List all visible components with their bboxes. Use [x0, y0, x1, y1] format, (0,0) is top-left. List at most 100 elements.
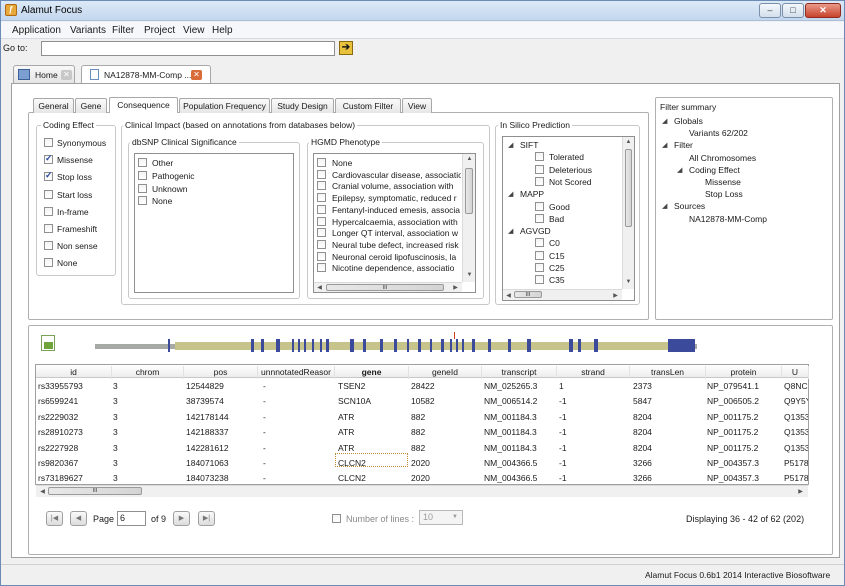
- scroll-up-icon[interactable]: ▲: [465, 156, 474, 162]
- next-page-button[interactable]: ▶: [173, 511, 190, 526]
- scroll-left-icon[interactable]: ◀: [38, 488, 47, 495]
- in-silico-vscrollbar[interactable]: ▲ ▼: [622, 137, 634, 289]
- in-silico-vscroll-thumb[interactable]: [625, 149, 632, 227]
- menu-help[interactable]: Help: [212, 25, 233, 36]
- column-header-protein[interactable]: protein: [706, 366, 782, 379]
- tab-population-frequency[interactable]: Population Frequency: [179, 98, 270, 113]
- coding-effect-checkbox[interactable]: [44, 170, 53, 182]
- scroll-down-icon[interactable]: ▼: [624, 279, 633, 285]
- in-silico-checkbox[interactable]: [535, 238, 544, 248]
- menu-application[interactable]: Application: [12, 25, 61, 36]
- scroll-left-icon[interactable]: ◀: [315, 284, 324, 291]
- dbsnp-checkbox[interactable]: [138, 158, 147, 167]
- hgmd-vscroll-thumb[interactable]: [465, 168, 473, 214]
- in-silico-checkbox[interactable]: [535, 152, 544, 162]
- in-silico-hscrollbar[interactable]: ◀ III ▶: [503, 289, 622, 300]
- tab-study-design[interactable]: Study Design: [271, 98, 334, 113]
- hgmd-hscrollbar[interactable]: ◀ III ▶: [314, 282, 462, 292]
- exon-mark: [298, 339, 300, 352]
- hgmd-checkbox[interactable]: [317, 228, 326, 238]
- dbsnp-checkbox[interactable]: [138, 183, 147, 193]
- column-header-id[interactable]: id: [36, 366, 112, 379]
- column-header-strand[interactable]: strand: [557, 366, 630, 379]
- in-silico-checkbox[interactable]: [535, 201, 544, 211]
- tab-consequence[interactable]: Consequence: [109, 97, 178, 113]
- number-of-lines-select[interactable]: 10 ▼: [419, 510, 463, 525]
- collapse-triangle-icon[interactable]: ◢: [508, 141, 513, 149]
- hgmd-checkbox[interactable]: [317, 193, 326, 203]
- column-header-translen[interactable]: transLen: [630, 366, 706, 379]
- tab-general[interactable]: General: [33, 98, 74, 113]
- page-input[interactable]: 6: [117, 511, 146, 526]
- column-header-u[interactable]: U: [782, 366, 809, 379]
- hgmd-checkbox[interactable]: [317, 239, 326, 249]
- collapse-triangle-icon[interactable]: ◢: [662, 117, 667, 125]
- hgmd-checkbox[interactable]: [317, 181, 326, 191]
- hgmd-vscrollbar[interactable]: ▲ ▼: [462, 154, 475, 282]
- column-header-pos[interactable]: pos: [184, 366, 258, 379]
- table-hscroll-thumb[interactable]: III: [48, 487, 142, 495]
- in-silico-checkbox[interactable]: [535, 176, 544, 186]
- collapse-triangle-icon[interactable]: ◢: [677, 166, 682, 174]
- column-header-chrom[interactable]: chrom: [112, 366, 184, 379]
- go-arrow-icon[interactable]: ➔: [339, 41, 353, 55]
- menu-filter[interactable]: Filter: [112, 25, 134, 36]
- tab-document-close-icon[interactable]: ✕: [191, 70, 202, 80]
- menu-project[interactable]: Project: [144, 25, 175, 36]
- hgmd-hscroll-thumb[interactable]: III: [326, 284, 444, 291]
- scroll-up-icon[interactable]: ▲: [624, 139, 633, 145]
- goto-input[interactable]: [41, 41, 335, 56]
- last-page-button[interactable]: ▶|: [198, 511, 215, 526]
- scroll-right-icon[interactable]: ▶: [611, 292, 620, 299]
- in-silico-hscroll-thumb[interactable]: III: [514, 291, 542, 298]
- scroll-right-icon[interactable]: ▶: [796, 488, 805, 495]
- coding-effect-checkbox[interactable]: [44, 189, 53, 199]
- scroll-left-icon[interactable]: ◀: [504, 292, 513, 299]
- in-silico-checkbox[interactable]: [535, 164, 544, 174]
- hgmd-checkbox[interactable]: [317, 204, 326, 214]
- export-icon[interactable]: [41, 335, 55, 351]
- coding-effect-checkbox[interactable]: [44, 224, 53, 233]
- column-header-gene[interactable]: gene: [335, 366, 409, 379]
- menu-variants[interactable]: Variants: [70, 25, 106, 36]
- in-silico-checkbox[interactable]: [535, 263, 544, 272]
- coding-effect-checkbox[interactable]: [44, 258, 53, 268]
- prev-page-button[interactable]: ◀: [70, 511, 87, 526]
- in-silico-checkbox[interactable]: [535, 275, 544, 285]
- tab-gene[interactable]: Gene: [75, 98, 107, 113]
- hgmd-checkbox[interactable]: [317, 169, 326, 179]
- tab-custom-filter[interactable]: Custom Filter: [335, 98, 401, 113]
- hgmd-checkbox[interactable]: [317, 216, 326, 226]
- collapse-triangle-icon[interactable]: ◢: [662, 202, 667, 210]
- collapse-triangle-icon[interactable]: ◢: [662, 141, 667, 149]
- hgmd-checkbox[interactable]: [317, 251, 326, 261]
- collapse-triangle-icon[interactable]: ◢: [508, 227, 513, 235]
- number-of-lines-checkbox[interactable]: [332, 514, 341, 523]
- column-header-unnnotatedreasor[interactable]: unnnotatedReasor: [258, 366, 335, 379]
- table-hscrollbar[interactable]: ◀ III ▶: [36, 485, 808, 497]
- tab-home-close-icon[interactable]: ✕: [61, 70, 72, 80]
- minimize-button[interactable]: ‒: [759, 3, 781, 18]
- tab-home[interactable]: Home ✕: [13, 65, 75, 83]
- first-page-button[interactable]: |◀: [46, 511, 63, 526]
- column-header-transcript[interactable]: transcript: [482, 366, 557, 379]
- close-button[interactable]: ✕: [805, 3, 841, 18]
- tab-document[interactable]: NA12878-MM-Comp ... ✕: [81, 65, 211, 84]
- coding-effect-checkbox[interactable]: [44, 153, 53, 165]
- coding-effect-checkbox[interactable]: [44, 241, 53, 251]
- in-silico-checkbox[interactable]: [535, 213, 544, 223]
- dbsnp-checkbox[interactable]: [138, 170, 147, 180]
- dbsnp-checkbox[interactable]: [138, 196, 147, 206]
- in-silico-checkbox[interactable]: [535, 250, 544, 260]
- tab-view[interactable]: View: [402, 98, 432, 113]
- hgmd-checkbox[interactable]: [317, 263, 326, 273]
- column-header-geneid[interactable]: geneId: [409, 366, 482, 379]
- collapse-triangle-icon[interactable]: ◢: [508, 190, 513, 198]
- menu-view[interactable]: View: [183, 25, 205, 36]
- scroll-right-icon[interactable]: ▶: [451, 284, 460, 291]
- maximize-button[interactable]: □: [782, 3, 804, 18]
- hgmd-checkbox[interactable]: [317, 158, 326, 167]
- scroll-down-icon[interactable]: ▼: [465, 272, 474, 278]
- coding-effect-checkbox[interactable]: [44, 138, 53, 147]
- coding-effect-checkbox[interactable]: [44, 206, 53, 216]
